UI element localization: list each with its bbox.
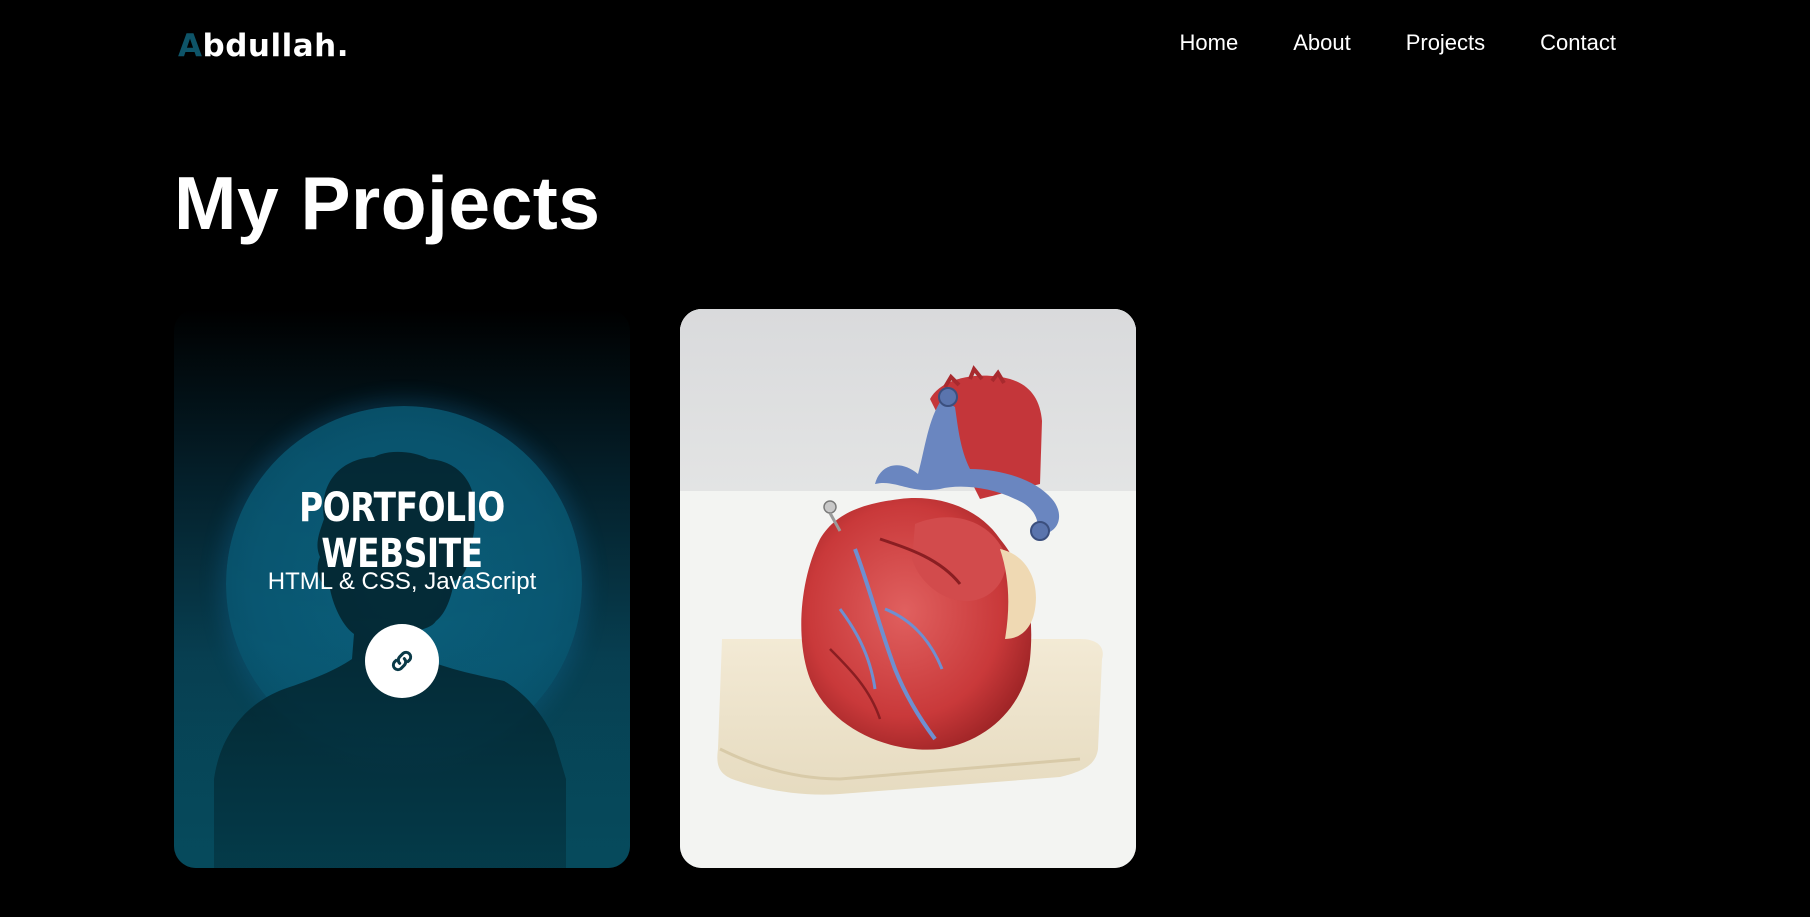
logo-initial: A bbox=[178, 28, 203, 64]
nav-contact[interactable]: Contact bbox=[1540, 30, 1616, 56]
heart-model-image bbox=[680, 309, 1136, 868]
project-title: Portfolio Website bbox=[299, 485, 505, 577]
project-link-button[interactable] bbox=[365, 624, 439, 698]
nav-home[interactable]: Home bbox=[1180, 30, 1239, 56]
logo[interactable]: Abdullah. bbox=[178, 28, 349, 64]
main-nav: Home About Projects Contact bbox=[1180, 30, 1617, 56]
project-card-heart[interactable] bbox=[680, 309, 1136, 868]
link-icon bbox=[391, 650, 413, 672]
project-card-portfolio[interactable]: Portfolio Website HTML & CSS, JavaScript bbox=[174, 309, 630, 868]
page-title: My Projects bbox=[174, 161, 601, 245]
project-tech: HTML & CSS, JavaScript bbox=[267, 568, 537, 595]
nav-about[interactable]: About bbox=[1293, 30, 1351, 56]
nav-projects[interactable]: Projects bbox=[1406, 30, 1485, 56]
logo-text: bdullah. bbox=[202, 28, 349, 64]
page: Abdullah. Home About Projects Contact My… bbox=[0, 0, 1810, 917]
